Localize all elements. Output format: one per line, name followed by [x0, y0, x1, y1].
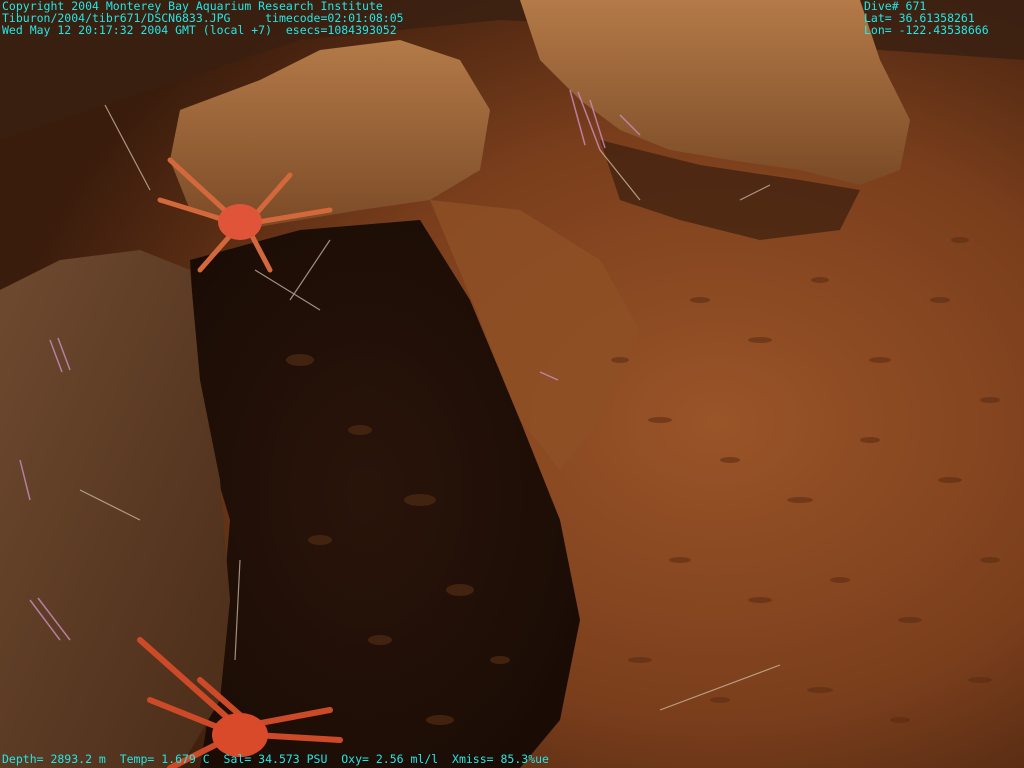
- overlay-sensor-readout: Depth= 2893.2 m Temp= 1.679 C Sal= 34.57…: [2, 752, 549, 766]
- crab-bottom-body: [212, 713, 268, 757]
- overlay-date-esecs: Wed May 12 20:17:32 2004 GMT (local +7) …: [2, 23, 397, 37]
- seafloor-scene: [0, 0, 1024, 768]
- crab-top-body: [218, 204, 262, 240]
- seafloor-photo-frame: Copyright 2004 Monterey Bay Aquarium Res…: [0, 0, 1024, 768]
- overlay-longitude: Lon= -122.43538666: [864, 23, 989, 37]
